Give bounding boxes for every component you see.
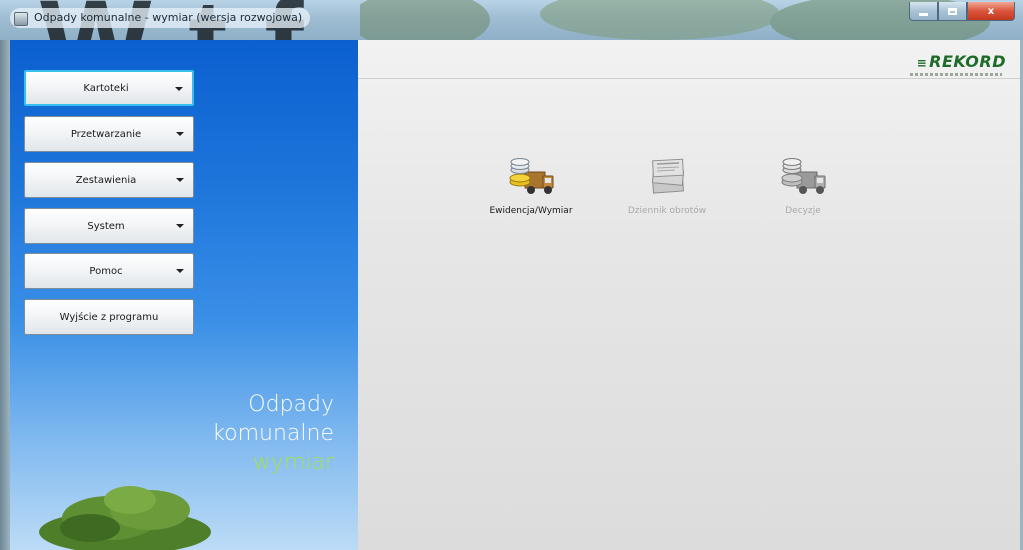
window-frame-left <box>0 40 10 550</box>
tile-dziennik-obrotow[interactable]: Dziennik obrotów <box>612 152 722 216</box>
title-bar[interactable]: W t f Odpady komunalne - wymiar (wersja … <box>0 0 1023 108</box>
exit-program-label: Wyjście z programu <box>59 311 159 323</box>
window-controls: x <box>909 2 1015 21</box>
chevron-down-icon <box>176 178 184 182</box>
close-icon: x <box>987 5 995 17</box>
truck-coins-icon <box>781 158 826 194</box>
exit-program-button[interactable]: Wyjście z programu <box>24 299 194 335</box>
close-button[interactable]: x <box>967 2 1015 21</box>
minimize-button[interactable] <box>909 2 938 21</box>
brand-line-3: wymiar <box>252 450 334 475</box>
zestawienia-label: Zestawienia <box>75 174 137 186</box>
przetwarzanie-button[interactable]: Przetwarzanie <box>24 116 194 152</box>
chevron-down-icon <box>176 132 184 136</box>
kartoteki-label: Kartoteki <box>83 82 129 94</box>
newspaper-stack-icon <box>651 158 685 194</box>
maximize-button[interactable] <box>938 2 967 21</box>
tile-label: Dziennik obrotów <box>627 206 707 216</box>
tile-ewidencja-wymiar[interactable]: Ewidencja/Wymiar <box>476 152 586 216</box>
truck-coins-icon <box>509 158 554 194</box>
chevron-down-icon <box>176 269 184 273</box>
minimize-icon <box>919 12 928 16</box>
system-button[interactable]: System <box>24 208 194 244</box>
maximize-icon <box>948 7 957 15</box>
sidebar: Kartoteki Przetwarzanie Zestawienia Syst… <box>10 40 358 550</box>
chevron-down-icon <box>175 87 183 91</box>
logo-subtitle <box>910 73 1002 76</box>
window-title: Odpady komunalne - wymiar (wersja rozwoj… <box>10 8 311 28</box>
tree-image <box>39 486 211 550</box>
header-divider <box>358 78 1020 79</box>
brand-line-1: Odpady <box>248 392 334 417</box>
main-panel: ≡ REKORD Ewidencja/Wymiar Dziennik obrot… <box>358 40 1020 550</box>
pomoc-label: Pomoc <box>89 265 123 277</box>
przetwarzanie-label: Przetwarzanie <box>70 128 142 140</box>
kartoteki-button[interactable]: Kartoteki <box>24 70 194 106</box>
product-brand: Odpady komunalne wymiar <box>212 390 334 477</box>
logo-text: REKORD <box>929 52 1006 71</box>
system-label: System <box>87 220 125 232</box>
rekord-logo: ≡ REKORD <box>917 52 1006 71</box>
app-icon[interactable] <box>14 12 28 26</box>
tile-label: Ewidencja/Wymiar <box>489 206 573 216</box>
brand-line-2: komunalne <box>212 421 334 446</box>
rekord-arrows-logo-icon: ≡ <box>916 56 928 70</box>
chevron-down-icon <box>176 224 184 228</box>
tile-decyzje[interactable]: Decyzje <box>748 152 858 216</box>
zestawienia-button[interactable]: Zestawienia <box>24 162 194 198</box>
tile-label: Decyzje <box>785 206 821 216</box>
pomoc-button[interactable]: Pomoc <box>24 253 194 289</box>
